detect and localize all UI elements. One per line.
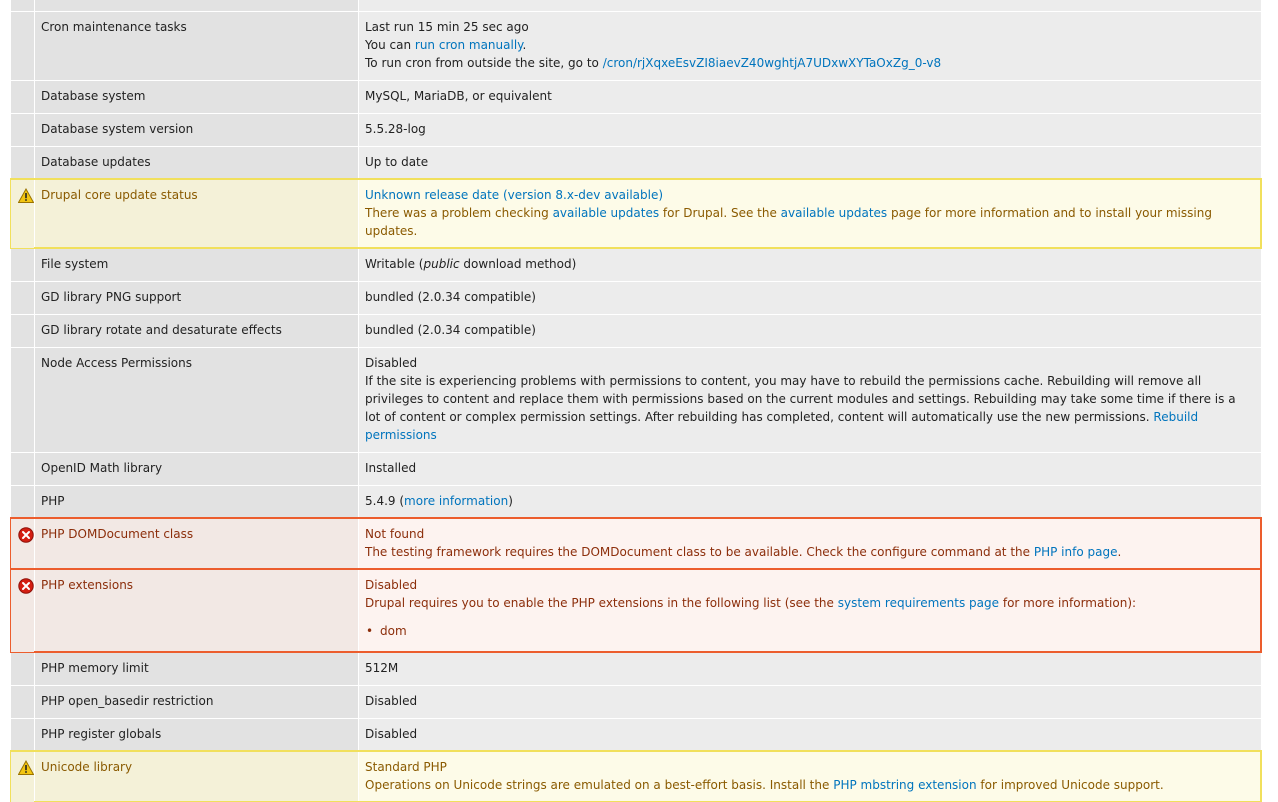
row-title: Cron maintenance tasks <box>34 12 358 80</box>
row-title: Database updates <box>34 147 358 179</box>
row-value: Unknown release date (version 8.x-dev av… <box>358 180 1261 248</box>
icon-cell <box>11 282 34 314</box>
status-row-php-basedir: PHP open_basedir restriction Disabled <box>11 685 1261 718</box>
row-value: Disabled <box>358 686 1261 718</box>
error-x-icon <box>18 527 34 543</box>
icon-cell <box>11 570 34 652</box>
row-value: Standard PHP Operations on Unicode strin… <box>358 752 1261 802</box>
icon-cell <box>11 453 34 485</box>
status-row-php-extensions: PHP extensions Disabled Drupal requires … <box>10 568 1262 653</box>
cron-outside-line: To run cron from outside the site, go to… <box>365 56 942 70</box>
system-requirements-link[interactable]: system requirements page <box>838 596 999 610</box>
row-title: PHP <box>34 486 358 518</box>
icon-cell <box>11 486 34 518</box>
status-row-file-system: File system Writable (public download me… <box>11 248 1261 281</box>
row-value <box>358 0 1261 11</box>
status-row-php-memory: PHP memory limit 512M <box>11 652 1261 685</box>
row-title: Database system <box>34 81 358 113</box>
row-title: GD library PNG support <box>34 282 358 314</box>
icon-cell <box>11 348 34 452</box>
cron-last-run: Last run 15 min 25 sec ago <box>365 20 529 34</box>
icon-cell <box>11 114 34 146</box>
status-row-php-globals: PHP register globals Disabled <box>11 718 1261 751</box>
row-description: If the site is experiencing problems wit… <box>365 374 1236 442</box>
run-cron-link[interactable]: run cron manually <box>415 38 523 52</box>
row-value: bundled (2.0.34 compatible) <box>358 282 1261 314</box>
icon-cell <box>11 81 34 113</box>
php-more-information-link[interactable]: more information <box>404 494 508 508</box>
icon-cell <box>11 653 34 685</box>
row-description: The testing framework requires the DOMDo… <box>365 545 1122 559</box>
row-value: Writable (public download method) <box>358 249 1261 281</box>
icon-cell <box>11 180 34 248</box>
status-row-php: PHP 5.4.9 (more information) <box>11 485 1261 518</box>
list-item: dom <box>365 622 1253 640</box>
row-title: Database system version <box>34 114 358 146</box>
row-value: MySQL, MariaDB, or equivalent <box>358 81 1261 113</box>
available-updates-link-2[interactable]: available updates <box>781 206 888 220</box>
error-x-icon <box>18 578 34 594</box>
icon-cell <box>11 315 34 347</box>
cron-url-link[interactable]: /cron/rjXqxeEsvZI8iaevZ40wghtjA7UDxwXYTa… <box>603 56 941 70</box>
row-value: 5.4.9 (more information) <box>358 486 1261 518</box>
icon-cell <box>11 249 34 281</box>
php-info-page-link[interactable]: PHP info page <box>1034 545 1118 559</box>
row-value: bundled (2.0.34 compatible) <box>358 315 1261 347</box>
status-row-php-domdocument: PHP DOMDocument class Not found The test… <box>10 517 1262 570</box>
row-value: 512M <box>358 653 1261 685</box>
row-title: PHP open_basedir restriction <box>34 686 358 718</box>
row-title: OpenID Math library <box>34 453 358 485</box>
status-row-gd-rotate: GD library rotate and desaturate effects… <box>11 314 1261 347</box>
status-row-unicode: Unicode library Standard PHP Operations … <box>10 750 1262 802</box>
missing-extensions-list: dom <box>365 622 1253 640</box>
row-title: PHP extensions <box>34 570 358 652</box>
icon-cell <box>11 519 34 569</box>
row-description: Operations on Unicode strings are emulat… <box>365 778 1164 792</box>
icon-cell <box>11 12 34 80</box>
row-value: Disabled <box>358 719 1261 751</box>
row-title: PHP memory limit <box>34 653 358 685</box>
row-description: There was a problem checking available u… <box>365 206 1212 238</box>
row-title: PHP DOMDocument class <box>34 519 358 569</box>
icon-cell <box>11 719 34 751</box>
mbstring-extension-link[interactable]: PHP mbstring extension <box>833 778 976 792</box>
status-row-cron: Cron maintenance tasks Last run 15 min 2… <box>11 11 1261 80</box>
icon-cell <box>11 147 34 179</box>
row-description: Drupal requires you to enable the PHP ex… <box>365 596 1137 610</box>
status-row-gd-png: GD library PNG support bundled (2.0.34 c… <box>11 281 1261 314</box>
row-title: Unicode library <box>34 752 358 802</box>
row-title <box>34 0 358 11</box>
row-title: File system <box>34 249 358 281</box>
cron-manual-line: You can run cron manually. <box>365 38 527 52</box>
status-row-node-access: Node Access Permissions Disabled If the … <box>11 347 1261 452</box>
row-title: Drupal core update status <box>34 180 358 248</box>
icon-cell <box>11 0 34 11</box>
status-report-table: Cron maintenance tasks Last run 15 min 2… <box>10 0 1262 802</box>
row-value: Disabled Drupal requires you to enable t… <box>358 570 1261 652</box>
row-value: 5.5.28-log <box>358 114 1261 146</box>
row-value: Last run 15 min 25 sec ago You can run c… <box>358 12 1261 80</box>
status-row-database-system: Database system MySQL, MariaDB, or equiv… <box>11 80 1261 113</box>
status-row-database-version: Database system version 5.5.28-log <box>11 113 1261 146</box>
row-value: Not found The testing framework requires… <box>358 519 1261 569</box>
icon-cell <box>11 752 34 802</box>
row-title: GD library rotate and desaturate effects <box>34 315 358 347</box>
status-row-core-update: Drupal core update status Unknown releas… <box>10 178 1262 249</box>
icon-cell <box>11 686 34 718</box>
available-updates-link[interactable]: available updates <box>553 206 660 220</box>
warning-triangle-icon <box>18 188 34 203</box>
release-info-link[interactable]: Unknown release date (version 8.x-dev av… <box>365 188 663 202</box>
row-value: Installed <box>358 453 1261 485</box>
download-method: public <box>423 257 460 271</box>
row-title: PHP register globals <box>34 719 358 751</box>
row-title: Node Access Permissions <box>34 348 358 452</box>
row-value: Up to date <box>358 147 1261 179</box>
row-value: Disabled If the site is experiencing pro… <box>358 348 1261 452</box>
status-row-top <box>11 0 1261 11</box>
status-row-openid: OpenID Math library Installed <box>11 452 1261 485</box>
warning-triangle-icon <box>18 760 34 775</box>
status-row-database-updates: Database updates Up to date <box>11 146 1261 179</box>
